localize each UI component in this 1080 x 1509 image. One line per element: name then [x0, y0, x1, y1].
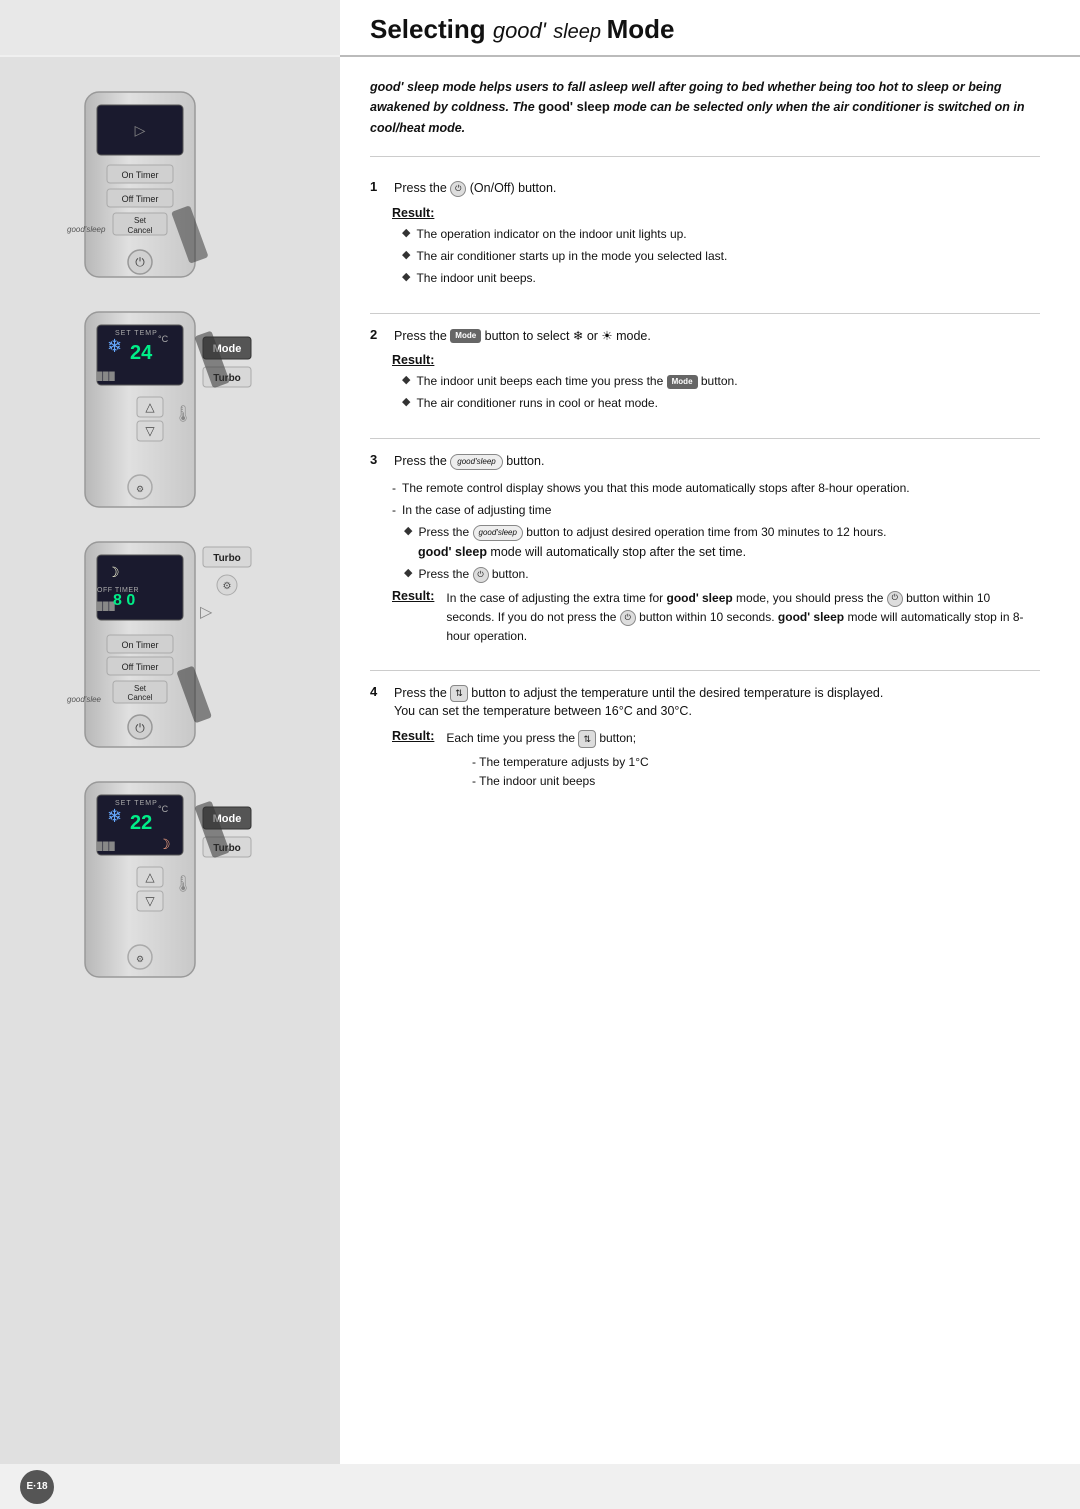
- result-1-item-2: ◆ The air conditioner starts up in the m…: [402, 247, 1040, 265]
- step-4-number: 4: [370, 684, 388, 699]
- svg-text:❄: ❄: [107, 336, 122, 356]
- step-3-line: 3 Press the good'sleep button.: [370, 452, 1040, 471]
- result-4-sub-2: - The indoor unit beeps: [472, 772, 1040, 791]
- step-3-result: Result: In the case of adjusting the ext…: [392, 589, 1040, 647]
- svg-text:🌡: 🌡: [173, 405, 193, 423]
- svg-text:△: △: [145, 400, 155, 414]
- step-3-dash-2: - In the case of adjusting time: [392, 501, 1040, 519]
- step-1-number: 1: [370, 179, 388, 194]
- svg-text:▷: ▷: [200, 604, 213, 621]
- svg-text:Set: Set: [134, 684, 147, 693]
- result-1-item-1: ◆ The operation indicator on the indoor …: [402, 225, 1040, 243]
- svg-text:▷: ▷: [135, 122, 146, 138]
- svg-text:▉▉▉: ▉▉▉: [96, 371, 115, 381]
- page-title: Selecting good' sleep Mode: [370, 14, 1040, 45]
- step-4-text: Press the ⇅ button to adjust the tempera…: [394, 684, 883, 722]
- svg-text:SET TEMP: SET TEMP: [115, 330, 158, 337]
- svg-text:▽: ▽: [145, 894, 155, 908]
- remote-1: ▷ On Timer Off Timer Set Cancel ⏻ good's…: [55, 87, 285, 292]
- svg-text:good'sleep: good'sleep: [67, 225, 106, 234]
- result-2-item-1: ◆ The indoor unit beeps each time you pr…: [402, 372, 1040, 390]
- svg-text:22: 22: [130, 812, 152, 834]
- result-4-label: Result:: [392, 729, 434, 743]
- svg-text:⚙: ⚙: [136, 954, 144, 964]
- remote-4: ❄ SET TEMP 22 °C ▉▉▉ ☽ Mode △: [55, 777, 285, 992]
- step-1-result: Result: ◆ The operation indicator on the…: [392, 206, 1040, 287]
- svg-text:8 0: 8 0: [113, 592, 135, 609]
- svg-text:On Timer: On Timer: [121, 640, 158, 650]
- svg-text:On Timer: On Timer: [121, 170, 158, 180]
- step-4-result: Result: Each time you press the ⇅ button…: [392, 729, 1040, 792]
- step-3-dash-1: - The remote control display shows you t…: [392, 479, 1040, 497]
- svg-text:good'slee: good'slee: [67, 695, 102, 704]
- result-4-intro: Each time you press the ⇅ button;: [446, 729, 636, 748]
- svg-text:⏻: ⏻: [135, 255, 145, 269]
- svg-text:▉▉▉: ▉▉▉: [96, 841, 115, 851]
- svg-text:❄: ❄: [107, 806, 122, 826]
- result-1-item-3: ◆ The indoor unit beeps.: [402, 269, 1040, 287]
- result-2-item-2: ◆ The air conditioner runs in cool or he…: [402, 394, 1040, 412]
- svg-text:°C: °C: [158, 804, 169, 814]
- step-2-section: 2 Press the Mode button to select ❄ or ☀…: [370, 319, 1040, 440]
- step-3-text: Press the good'sleep button.: [394, 452, 544, 471]
- svg-text:🌡: 🌡: [173, 875, 193, 893]
- step-1-line: 1 Press the ⏻ (On/Off) button.: [370, 179, 1040, 198]
- svg-text:Cancel: Cancel: [128, 693, 153, 702]
- step-3-section: 3 Press the good'sleep button. - The rem…: [370, 444, 1040, 670]
- svg-text:Turbo: Turbo: [213, 553, 241, 564]
- remote-3: ☽ ▉▉▉ OFF TIMER 8 0 Turbo ⚙ ▷: [55, 537, 285, 762]
- step-1-section: 1 Press the ⏻ (On/Off) button. Result: ◆…: [370, 179, 1040, 314]
- step-2-line: 2 Press the Mode button to select ❄ or ☀…: [370, 327, 1040, 346]
- svg-text:⏻: ⏻: [135, 721, 145, 735]
- page-number: E·18: [20, 1470, 54, 1504]
- svg-text:Off Timer: Off Timer: [122, 194, 159, 204]
- result-1-label: Result:: [392, 206, 434, 220]
- step-2-number: 2: [370, 327, 388, 342]
- result-3-label: Result:: [392, 589, 434, 603]
- svg-text:24: 24: [130, 342, 153, 364]
- intro-text: good' sleep mode helps users to fall asl…: [370, 77, 1040, 157]
- svg-text:☽: ☽: [107, 564, 120, 580]
- svg-text:SET TEMP: SET TEMP: [115, 800, 158, 807]
- step-2-text: Press the Mode button to select ❄ or ☀ m…: [394, 327, 651, 346]
- svg-text:⚙: ⚙: [223, 581, 232, 592]
- step-4-section: 4 Press the ⇅ button to adjust the tempe…: [370, 676, 1040, 810]
- svg-text:△: △: [145, 870, 155, 884]
- step-3-good-sleep-line: good' sleep mode will automatically stop…: [418, 545, 1040, 559]
- result-3-text: In the case of adjusting the extra time …: [446, 589, 1040, 647]
- svg-text:Cancel: Cancel: [128, 226, 153, 235]
- step-3-sub-1: ◆ Press the good'sleep button to adjust …: [404, 523, 1040, 541]
- result-4-sub-1: - The temperature adjusts by 1°C: [472, 753, 1040, 772]
- step-3-sub-2: ◆ Press the ⏻ button.: [404, 565, 1040, 583]
- remote-2: ❄ SET TEMP 24 °C ▉▉▉ Mode △ ▽: [55, 307, 285, 522]
- step-3-dash-items: - The remote control display shows you t…: [392, 479, 1040, 583]
- svg-text:▽: ▽: [145, 424, 155, 438]
- result-2-label: Result:: [392, 353, 434, 367]
- svg-text:°C: °C: [158, 334, 169, 344]
- step-1-text: Press the ⏻ (On/Off) button.: [394, 179, 556, 198]
- svg-text:⚙: ⚙: [136, 484, 144, 494]
- svg-text:Off Timer: Off Timer: [122, 662, 159, 672]
- svg-text:Set: Set: [134, 216, 147, 225]
- step-3-number: 3: [370, 452, 388, 467]
- svg-text:☽: ☽: [158, 836, 171, 852]
- step-2-result: Result: ◆ The indoor unit beeps each tim…: [392, 353, 1040, 412]
- step-4-line: 4 Press the ⇅ button to adjust the tempe…: [370, 684, 1040, 722]
